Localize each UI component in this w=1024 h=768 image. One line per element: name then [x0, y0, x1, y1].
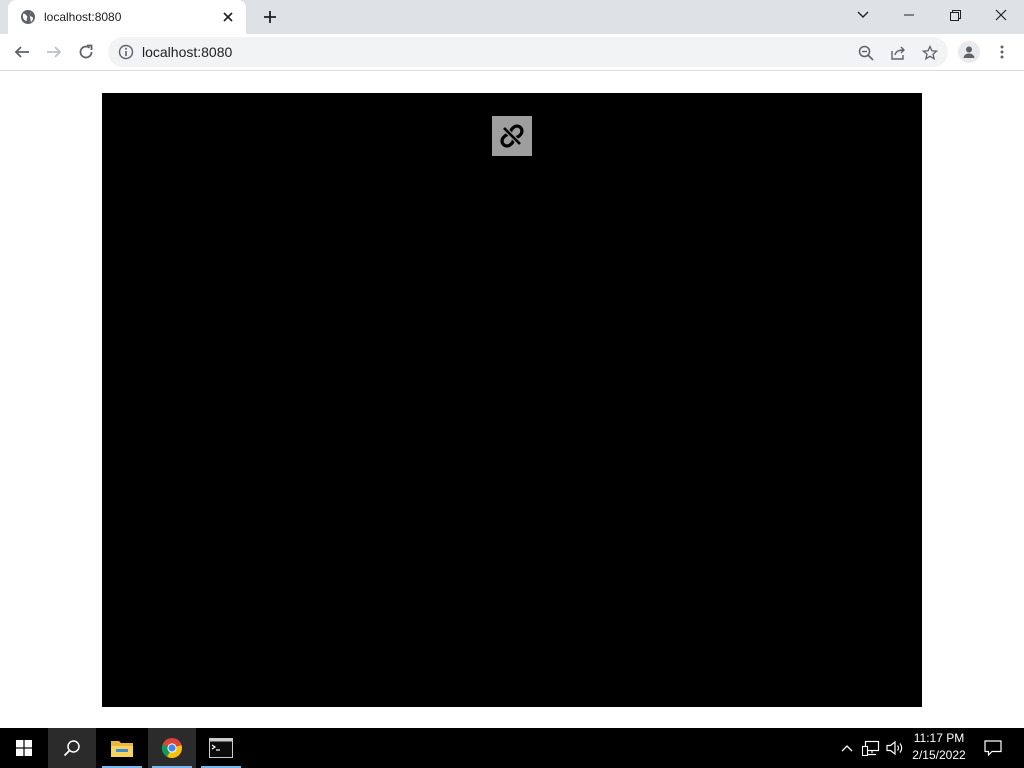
- close-icon: [995, 9, 1007, 21]
- taskbar-chrome[interactable]: [148, 728, 196, 768]
- browser-menu-button[interactable]: [988, 38, 1016, 66]
- taskbar-search-button[interactable]: [48, 728, 96, 768]
- share-icon[interactable]: [887, 42, 909, 64]
- browser-title-bar: localhost:8080: [0, 0, 1024, 34]
- chevron-down-icon: [857, 11, 869, 19]
- clock-date: 2/15/2022: [912, 748, 966, 762]
- reload-icon: [78, 44, 94, 60]
- chevron-up-icon: [841, 744, 853, 752]
- remote-display-canvas[interactable]: [102, 93, 922, 707]
- windows-start-icon: [16, 740, 32, 756]
- address-bar[interactable]: localhost:8080: [108, 37, 948, 67]
- kebab-menu-icon: [1000, 45, 1004, 59]
- network-button[interactable]: [859, 728, 883, 768]
- action-center-button[interactable]: [978, 728, 1008, 768]
- terminal-icon: [209, 738, 233, 758]
- taskbar-terminal[interactable]: [197, 728, 245, 768]
- profile-button[interactable]: [958, 41, 980, 63]
- avatar-icon: [961, 44, 977, 60]
- page-content: [0, 71, 1024, 728]
- arrow-left-icon: [14, 44, 30, 60]
- back-button[interactable]: [8, 38, 36, 66]
- minimize-icon: [904, 14, 914, 16]
- tab-search-button[interactable]: [840, 0, 886, 30]
- restore-icon: [949, 9, 961, 21]
- new-tab-button[interactable]: [258, 6, 282, 28]
- url-text[interactable]: localhost:8080: [142, 37, 232, 67]
- info-icon[interactable]: [118, 44, 134, 60]
- minimize-button[interactable]: [886, 0, 932, 30]
- volume-icon: [886, 740, 904, 756]
- notification-icon: [984, 740, 1002, 756]
- connection-status-button[interactable]: [492, 116, 532, 156]
- file-explorer-icon: [110, 738, 134, 758]
- tab-title: localhost:8080: [44, 10, 122, 24]
- search-icon: [63, 739, 81, 757]
- taskbar-file-explorer[interactable]: [98, 728, 146, 768]
- star-icon[interactable]: [919, 42, 941, 64]
- browser-tab[interactable]: localhost:8080: [8, 0, 246, 34]
- clock-time: 11:17 PM: [913, 731, 965, 745]
- network-icon: [862, 740, 880, 756]
- arrow-right-icon: [46, 44, 62, 60]
- show-hidden-icons-button[interactable]: [835, 728, 859, 768]
- broken-link-icon: [497, 121, 527, 151]
- volume-button[interactable]: [883, 728, 907, 768]
- plus-icon: [263, 10, 277, 24]
- taskbar-clock[interactable]: 11:17 PM 2/15/2022: [906, 730, 972, 766]
- browser-toolbar: localhost:8080: [0, 34, 1024, 71]
- restore-button[interactable]: [932, 0, 978, 30]
- start-button[interactable]: [0, 728, 48, 768]
- chrome-icon: [161, 737, 183, 759]
- forward-button[interactable]: [40, 38, 68, 66]
- windows-taskbar: 11:17 PM 2/15/2022: [0, 728, 1024, 768]
- window-close-button[interactable]: [978, 0, 1024, 30]
- globe-icon: [20, 9, 36, 25]
- tab-close-icon[interactable]: [220, 9, 236, 25]
- zoom-out-icon[interactable]: [855, 42, 877, 64]
- reload-button[interactable]: [72, 38, 100, 66]
